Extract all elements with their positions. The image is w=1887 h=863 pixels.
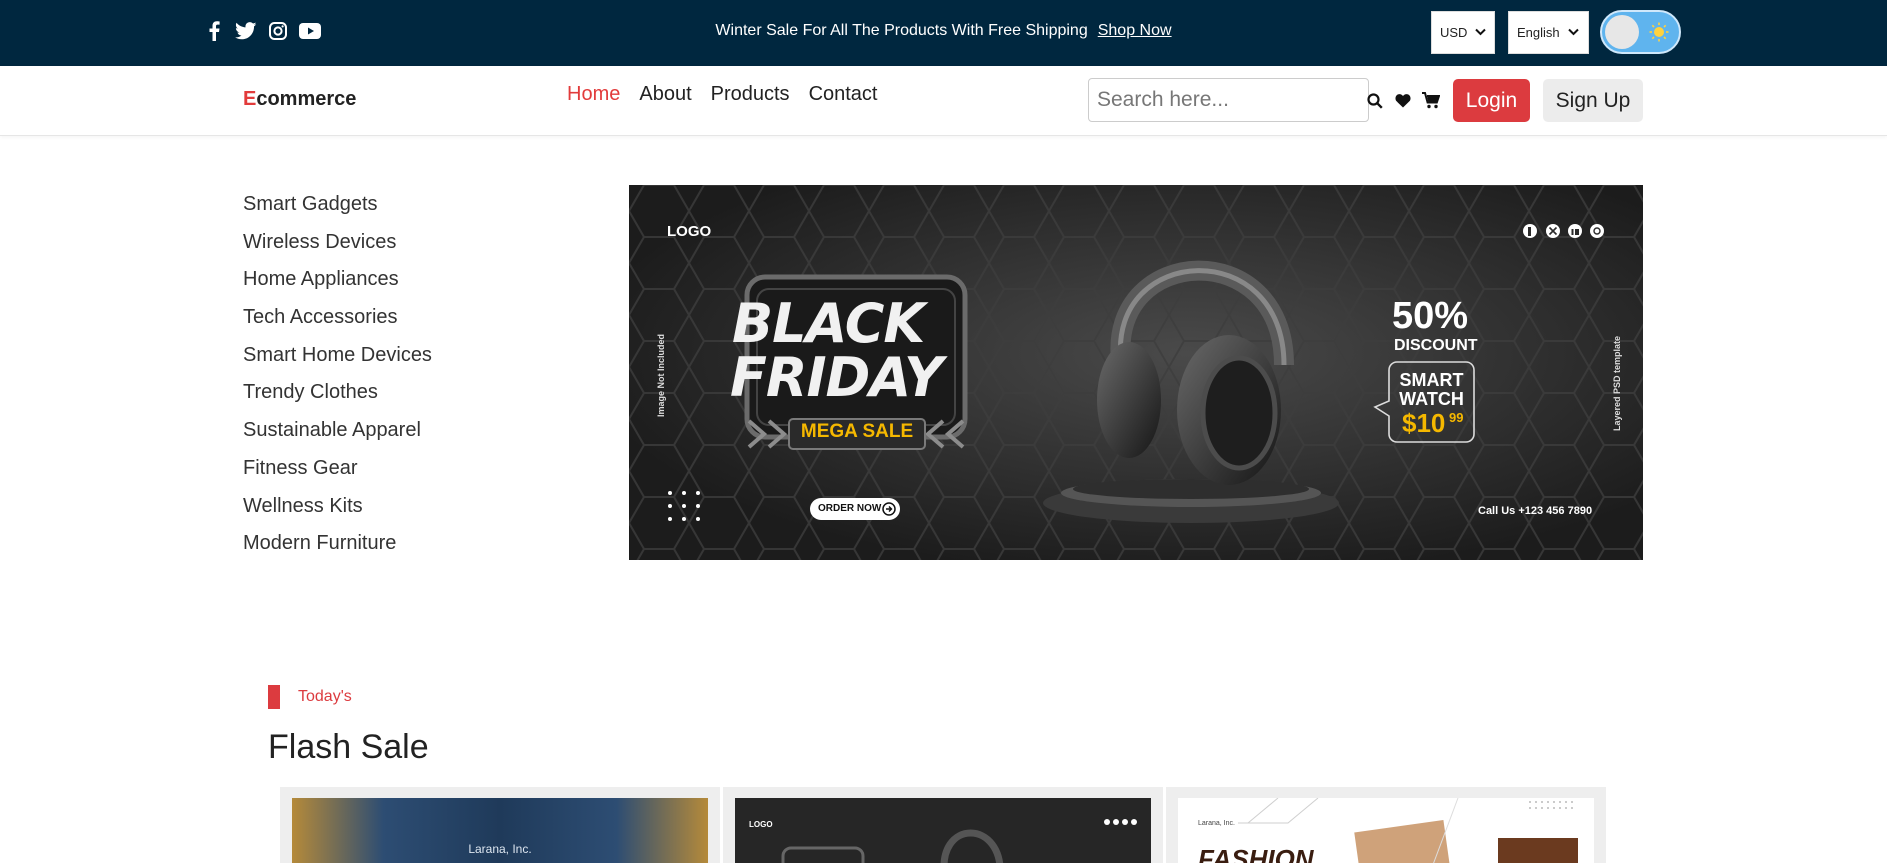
category-item[interactable]: Sustainable Apparel [243, 415, 432, 453]
search-icon[interactable] [1367, 93, 1383, 109]
product-name-line-1: SMART [1399, 370, 1464, 390]
currency-select[interactable]: USD [1431, 11, 1495, 54]
banner-side-left: Image Not Included [656, 333, 666, 417]
discount-label: DISCOUNT [1394, 337, 1478, 354]
price-dollars: $10 [1402, 408, 1446, 438]
product-image: LOGO [735, 798, 1151, 863]
price-cents: 99 [1449, 410, 1464, 425]
product-image: Larana, Inc. FASHION [1178, 798, 1594, 863]
product-card[interactable]: Larana, Inc. FASHION [1166, 787, 1606, 863]
shop-now-link[interactable]: Shop Now [1098, 22, 1172, 39]
category-list: Smart Gadgets Wireless Devices Home Appl… [243, 189, 432, 566]
product-card[interactable]: Larana, Inc. [280, 787, 720, 863]
category-item[interactable]: Wellness Kits [243, 491, 432, 529]
nav-link-about[interactable]: About [639, 83, 691, 106]
signup-button[interactable]: Sign Up [1543, 79, 1643, 122]
section-eyebrow: Today's [298, 688, 352, 705]
language-value: English [1517, 25, 1560, 40]
card-caption: Larana, Inc. [1198, 820, 1235, 827]
announcement-bar: Winter Sale For All The Products With Fr… [0, 0, 1887, 66]
category-item[interactable]: Modern Furniture [243, 528, 432, 566]
nav-link-contact[interactable]: Contact [809, 83, 878, 106]
logo-text: commerce [256, 88, 357, 110]
toggle-knob [1605, 15, 1639, 49]
black-friday-headline-2: FRIDAY [730, 346, 943, 409]
card-caption: Larana, Inc. [468, 842, 532, 856]
call-us-text: Call Us +123 456 7890 [1478, 505, 1593, 517]
category-item[interactable]: Tech Accessories [243, 302, 432, 340]
nav-link-products[interactable]: Products [711, 83, 790, 106]
login-button[interactable]: Login [1453, 79, 1530, 122]
heart-icon[interactable] [1395, 93, 1411, 108]
chevron-down-icon [1567, 27, 1579, 39]
currency-value: USD [1440, 25, 1468, 40]
category-item[interactable]: Smart Gadgets [243, 189, 432, 227]
product-name-line-2: WATCH [1399, 389, 1464, 409]
category-item[interactable]: Home Appliances [243, 264, 432, 302]
category-item[interactable]: Trendy Clothes [243, 377, 432, 415]
banner-logo: LOGO [667, 223, 712, 240]
category-item[interactable]: Smart Home Devices [243, 340, 432, 378]
order-now-button[interactable]: ORDER NOW [818, 503, 881, 514]
card-headline: FASHION [1198, 844, 1314, 863]
category-item[interactable]: Fitness Gear [243, 453, 432, 491]
section-title: Flash Sale [268, 728, 429, 766]
sun-icon [1649, 22, 1669, 42]
theme-toggle[interactable] [1600, 10, 1681, 54]
card-artwork [781, 819, 1137, 863]
banner-side-right: Layered PSD template [1612, 335, 1622, 431]
search-input[interactable] [1088, 78, 1369, 122]
cart-icon[interactable] [1422, 92, 1440, 109]
site-logo[interactable]: Ecommerce [243, 88, 356, 111]
nav-link-home[interactable]: Home [567, 83, 620, 106]
logo-initial: E [243, 88, 257, 110]
section-marker [268, 685, 280, 709]
category-item[interactable]: Wireless Devices [243, 227, 432, 265]
discount-percent: 50% [1392, 295, 1469, 337]
chevron-down-icon [1475, 27, 1487, 39]
mega-sale-tag: MEGA SALE [800, 421, 914, 442]
announcement-message: Winter Sale For All The Products With Fr… [715, 22, 1088, 39]
language-select[interactable]: English [1508, 11, 1589, 54]
product-card[interactable]: LOGO [723, 787, 1163, 863]
main-navbar: Ecommerce Home About Products Contact Lo… [0, 66, 1887, 136]
product-image: Larana, Inc. [292, 798, 708, 863]
black-friday-headline-1: BLACK [732, 292, 925, 355]
nav-menu: Home About Products Contact [567, 83, 878, 106]
hero-banner[interactable]: LOGO BLACK FRIDAY MEGA SALE ORDER NOW Im… [629, 185, 1643, 560]
